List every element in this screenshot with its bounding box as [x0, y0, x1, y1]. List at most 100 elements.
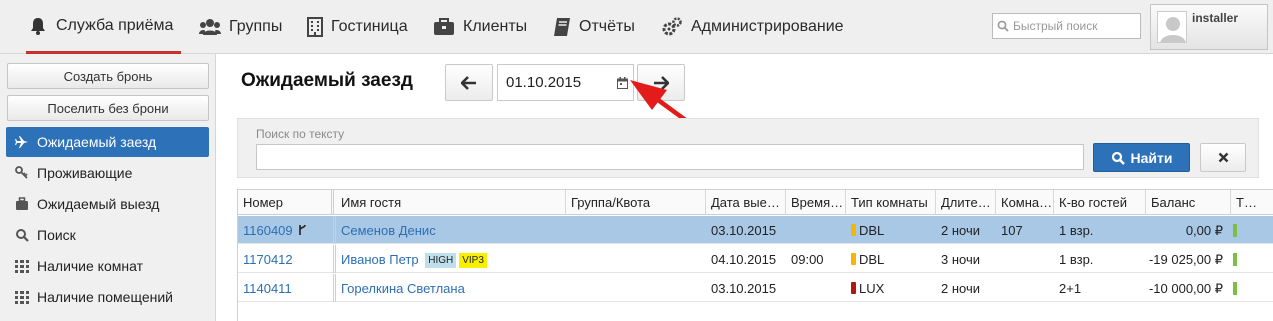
guest-badge-high: HIGH — [425, 253, 457, 268]
nav-label: Отчёты — [579, 17, 635, 35]
sidebar-item-label: Ожидаемый заезд — [37, 134, 157, 150]
nav-label: Группы — [229, 17, 283, 35]
room-type-color-marker — [851, 282, 856, 294]
room-type-label: DBL — [859, 223, 885, 238]
clear-button[interactable] — [1200, 143, 1246, 172]
booking-number-link[interactable]: 1170412 — [238, 245, 334, 273]
previous-date-button[interactable] — [445, 64, 493, 101]
top-navigation-bar: Служба приёма Группы Гостиница Клиенты О… — [0, 0, 1273, 54]
text-search-input[interactable] — [256, 144, 1084, 170]
briefcase-icon — [434, 17, 454, 35]
check-in-without-booking-button[interactable]: Поселить без брони — [7, 95, 209, 121]
avatar — [1157, 11, 1187, 43]
column-header-room[interactable]: Комна… — [996, 190, 1054, 215]
table-row[interactable]: 1140411 Горелкина Светлана 03.10.2015 LU… — [238, 274, 1273, 302]
nav-tab-reports[interactable]: Отчёты — [553, 0, 635, 53]
nav-tab-hotel[interactable]: Гостиница — [307, 0, 408, 53]
booking-number: 1160409 — [243, 223, 293, 238]
gears-icon — [662, 16, 682, 35]
sidebar-item-room-availability[interactable]: Наличие комнат — [6, 251, 209, 281]
room-type-label: DBL — [859, 252, 885, 267]
key-icon — [15, 166, 28, 179]
nav-tab-front-desk[interactable]: Служба приёма — [26, 0, 182, 54]
guest-name-link[interactable]: Горелкина Светлана — [336, 274, 566, 302]
guest-count: 1 взр. — [1059, 223, 1094, 238]
calendar-icon[interactable] — [617, 77, 628, 89]
room-type: DBL — [846, 216, 936, 244]
sidebar-item-expected-departure[interactable]: Ожидаемый выезд — [6, 189, 209, 219]
balance: -10 000,00 ₽ — [1148, 281, 1223, 296]
arrival-time — [786, 274, 846, 302]
book-icon — [554, 17, 570, 36]
nav-label: Гостиница — [331, 17, 408, 35]
create-booking-button[interactable]: Создать бронь — [7, 63, 209, 89]
room-type: LUX — [846, 274, 936, 302]
room-number — [996, 245, 1054, 273]
balance: -19 025,00 ₽ — [1148, 252, 1223, 267]
text-search-panel: Поиск по тексту Найти — [237, 118, 1259, 178]
grid-icon — [15, 260, 29, 273]
room-type: DBL — [846, 245, 936, 273]
user-menu[interactable]: installer — [1150, 4, 1268, 50]
column-header-balance[interactable]: Баланс — [1146, 190, 1231, 215]
column-header-guest-name[interactable]: Имя гостя — [336, 190, 566, 215]
duration: 3 ночи — [941, 252, 980, 267]
nav-label: Администрирование — [691, 17, 844, 35]
nav-tab-clients[interactable]: Клиенты — [433, 0, 527, 53]
balance: 0,00 ₽ — [1185, 223, 1223, 238]
guest-name-link[interactable]: Иванов Петр — [341, 252, 419, 267]
sidebar-item-label: Наличие комнат — [37, 258, 143, 274]
column-header-time[interactable]: Время… — [786, 190, 846, 215]
column-header-duration[interactable]: Длите… — [936, 190, 996, 215]
arrival-time — [786, 216, 846, 244]
column-header-room-type[interactable]: Тип комнаты — [846, 190, 936, 215]
table-row[interactable]: 1160409 Семенов Денис 03.10.2015 DBL 2 н… — [238, 216, 1273, 244]
plane-icon — [15, 136, 28, 148]
booking-number-link[interactable]: 1140411 — [238, 274, 334, 302]
sidebar-item-label: Поиск — [37, 227, 76, 243]
page-title: Ожидаемый заезд — [241, 70, 413, 91]
next-date-button[interactable] — [637, 64, 685, 101]
column-header-group[interactable]: Группа/Квота — [566, 190, 706, 215]
quick-search — [992, 13, 1141, 39]
sidebar-item-search[interactable]: Поиск — [6, 220, 209, 250]
nav-tab-administration[interactable]: Администрирование — [661, 0, 844, 53]
search-icon — [1111, 151, 1125, 165]
duration: 2 ночи — [941, 223, 980, 238]
column-header-departure-date[interactable]: Дата вые… — [706, 190, 786, 215]
room-type-color-marker — [851, 224, 856, 236]
guest-badge-vip: VIP3 — [459, 253, 487, 268]
guest-name-link[interactable]: Семенов Денис — [336, 216, 566, 244]
guest-name-cell: Иванов Петр HIGH VIP3 — [336, 245, 566, 273]
sidebar-item-label: Проживающие — [37, 165, 133, 181]
departure-date: 03.10.2015 — [711, 223, 777, 238]
arrival-time: 09:00 — [791, 252, 824, 267]
grid-icon — [15, 291, 29, 304]
sidebar: Создать бронь Поселить без брони Ожидаем… — [0, 54, 216, 321]
sidebar-item-premises-availability[interactable]: Наличие помещений — [6, 282, 209, 312]
arrivals-table: Номер Имя гостя Группа/Квота Дата вые… В… — [237, 189, 1273, 321]
sidebar-item-expected-arrival[interactable]: Ожидаемый заезд — [6, 127, 209, 157]
close-icon — [1218, 152, 1228, 163]
sidebar-item-label: Наличие помещений — [37, 289, 173, 305]
search-icon — [16, 229, 29, 242]
quick-search-input[interactable] — [1013, 19, 1133, 33]
split-icon — [299, 224, 307, 235]
guest-count: 1 взр. — [1059, 252, 1094, 267]
status-indicator — [1233, 253, 1237, 266]
booking-number-link[interactable]: 1160409 — [238, 216, 334, 244]
find-button-label: Найти — [1130, 149, 1173, 166]
departure-date: 04.10.2015 — [711, 252, 777, 267]
find-button[interactable]: Найти — [1093, 143, 1190, 172]
column-header-type[interactable]: Т… — [1231, 190, 1273, 215]
nav-label: Служба приёма — [56, 16, 174, 34]
table-row[interactable]: 1170412 Иванов Петр HIGH VIP3 04.10.2015 … — [238, 245, 1273, 273]
column-header-guest-count[interactable]: К-во гостей — [1054, 190, 1146, 215]
sidebar-item-residents[interactable]: Проживающие — [6, 158, 209, 188]
users-icon — [199, 18, 221, 35]
username: installer — [1192, 11, 1239, 25]
date-input[interactable]: 01.10.2015 — [497, 64, 634, 101]
room-type-label: LUX — [859, 281, 885, 296]
nav-tab-groups[interactable]: Группы — [199, 0, 282, 53]
column-header-number[interactable]: Номер — [238, 190, 334, 215]
